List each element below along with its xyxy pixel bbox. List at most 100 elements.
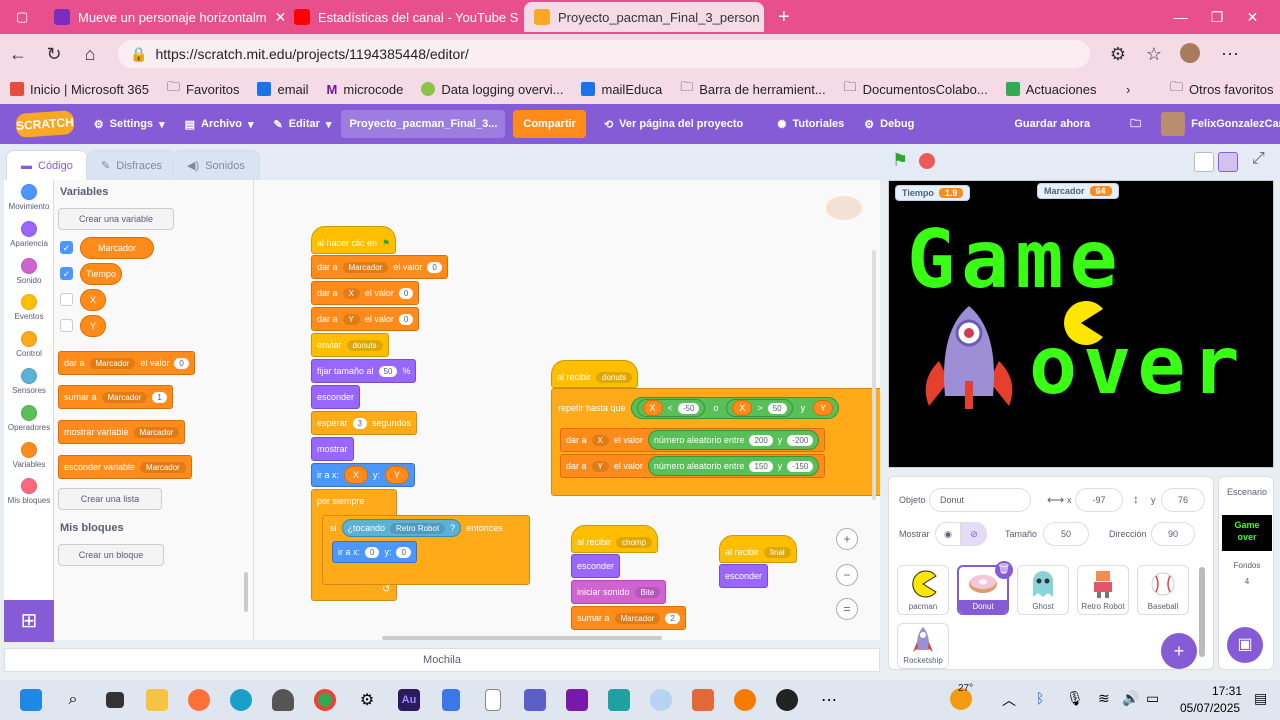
when-receive-block[interactable]: al recibir donuts: [551, 360, 639, 388]
variable-dropdown[interactable]: Marcador: [342, 261, 389, 273]
bookmark-item[interactable]: 🗀 DocumentosColabo...: [844, 78, 988, 100]
sprite-dropdown[interactable]: Retro Robot: [390, 522, 446, 534]
add-sprite-button[interactable]: +: [1161, 633, 1197, 669]
zoom-in-icon[interactable]: +: [836, 528, 858, 550]
settings-icon[interactable]: ⚙: [350, 685, 384, 715]
window-controls[interactable]: — ❐ ✕: [1156, 2, 1276, 32]
change-variable-block[interactable]: sumar a Marcador 1: [58, 385, 173, 409]
battery-icon[interactable]: ▭: [1146, 690, 1159, 707]
tab-costumes[interactable]: ✎ Disfraces: [86, 150, 178, 180]
add-backdrop-button[interactable]: ▣: [1227, 627, 1263, 663]
category-my-blocks[interactable]: Mis bloques: [4, 478, 54, 505]
change-variable-block[interactable]: sumar a Marcador 2: [571, 606, 686, 630]
variable-dropdown[interactable]: Marcador: [140, 461, 186, 473]
category-looks[interactable]: Apariencia: [4, 221, 54, 248]
app-icon[interactable]: [602, 685, 636, 715]
search-icon[interactable]: ⌕: [56, 685, 90, 715]
go-to-xy-block[interactable]: ir a x: 0 y: 0: [332, 541, 417, 563]
value-input[interactable]: 200: [749, 434, 773, 446]
value-input[interactable]: 50: [378, 365, 398, 377]
message-dropdown[interactable]: donuts: [346, 339, 383, 351]
bookmark-item[interactable]: 🗀 Otros favoritos: [1170, 78, 1274, 100]
value-input[interactable]: -200: [787, 434, 814, 446]
show-eye-icon[interactable]: ◉: [935, 522, 961, 546]
sprite-thumb-baseball[interactable]: Baseball: [1137, 565, 1189, 615]
tab-sounds[interactable]: ◀) Sonidos: [172, 150, 260, 180]
paint-icon[interactable]: [686, 685, 720, 715]
value-input[interactable]: 0: [174, 357, 189, 369]
hide-block[interactable]: esconder: [719, 564, 769, 588]
new-tab-button[interactable]: +: [768, 2, 798, 32]
save-now-button[interactable]: Guardar ahora: [1004, 104, 1100, 144]
start-sound-block[interactable]: iniciar sonido Bite: [571, 580, 667, 604]
message-dropdown[interactable]: donuts: [596, 371, 633, 383]
set-variable-block[interactable]: dar a Marcador el valor 0: [311, 255, 448, 279]
browser-tab-3[interactable]: Proyecto_pacman_Final_3_person ✕: [524, 2, 764, 32]
go-to-xy-block[interactable]: ir a x: Xy: Y: [311, 463, 416, 487]
value-input[interactable]: 150: [749, 460, 773, 472]
broadcast-block[interactable]: enviar donuts: [311, 333, 389, 357]
sprite-thumb-pacman[interactable]: pacman: [897, 565, 949, 615]
horizontal-scrollbar[interactable]: [382, 636, 662, 640]
more-icon[interactable]: ⋯: [1212, 44, 1248, 65]
wait-block[interactable]: esperar 3 segundos: [311, 411, 418, 435]
category-control[interactable]: Control: [4, 331, 54, 358]
bluetooth-icon[interactable]: ᛒ: [1036, 690, 1044, 706]
set-size-block[interactable]: fijar tamaño al 50%: [311, 359, 417, 383]
home-icon[interactable]: ⌂: [72, 44, 108, 65]
when-receive-block[interactable]: al recibir final: [719, 535, 797, 563]
value-input[interactable]: 3: [352, 417, 367, 429]
size-input[interactable]: 50: [1043, 522, 1089, 546]
category-operators[interactable]: Operadores: [4, 405, 54, 432]
zoom-reset-icon[interactable]: =: [836, 598, 858, 620]
small-stage-icon[interactable]: [1194, 152, 1214, 172]
variable-dropdown[interactable]: Marcador: [89, 357, 136, 369]
variable-reporter[interactable]: Y: [80, 315, 106, 337]
value-input[interactable]: -150: [787, 460, 814, 472]
zoom-out-icon[interactable]: −: [836, 564, 858, 586]
variable-dropdown[interactable]: Marcador: [133, 426, 180, 438]
when-flag-clicked-block[interactable]: al hacer clic en ⚑: [311, 226, 397, 254]
variable-reporter[interactable]: X: [80, 289, 106, 311]
volume-icon[interactable]: 🔊: [1122, 690, 1139, 707]
value-input[interactable]: 0: [396, 546, 411, 558]
stage-canvas[interactable]: Tiempo 1.9 Marcador 64 Game over: [888, 180, 1274, 468]
variable-reporter[interactable]: X: [642, 400, 663, 416]
chrome-icon[interactable]: [308, 685, 342, 715]
share-button[interactable]: Compartir: [513, 110, 586, 138]
variable-reporter[interactable]: Y: [813, 400, 834, 416]
x-input[interactable]: -97: [1075, 488, 1123, 512]
file-menu[interactable]: ▤ Archivo ▾: [175, 104, 264, 144]
set-variable-block[interactable]: dar a Xel valor número aleatorio entre 200 y…: [560, 428, 826, 452]
message-dropdown[interactable]: final: [764, 546, 791, 558]
bookmark-item[interactable]: Inicio | Microsoft 365: [10, 82, 149, 97]
value-input[interactable]: -50: [677, 402, 700, 414]
bookmark-item[interactable]: Mmicrocode: [327, 82, 404, 97]
variable-dropdown[interactable]: X: [591, 434, 609, 446]
tutorials-button[interactable]: ✺ Tutoriales: [767, 104, 854, 144]
bookmark-item[interactable]: email: [257, 82, 309, 97]
microphone-icon[interactable]: 🎙: [1066, 690, 1084, 707]
backpack-bar[interactable]: Mochila: [4, 648, 880, 672]
settings-menu[interactable]: ⚙ Settings ▾: [84, 104, 175, 144]
variable-dropdown[interactable]: Y: [342, 313, 360, 325]
set-variable-block[interactable]: dar a Xel valor 0: [311, 281, 420, 305]
hide-eye-icon[interactable]: ⊘: [961, 522, 987, 546]
checkbox-y[interactable]: [60, 319, 73, 332]
my-stuff-icon[interactable]: 🗀: [1120, 104, 1151, 144]
hide-variable-block[interactable]: esconder variable Marcador: [58, 455, 192, 479]
teams-icon[interactable]: [518, 685, 552, 715]
variable-dropdown[interactable]: Marcador: [101, 391, 148, 403]
bookmark-item[interactable]: 🗀 Barra de herramient...: [680, 78, 825, 100]
y-input[interactable]: 76: [1161, 488, 1205, 512]
chevron-up-icon[interactable]: ︿: [1002, 690, 1016, 710]
account-menu[interactable]: FelixGonzalezCanle▾: [1151, 104, 1280, 144]
browser-tab-2[interactable]: Estadísticas del canal - YouTube S ✕: [284, 2, 524, 32]
sprite-list-scrollbar[interactable]: [1199, 567, 1205, 657]
notifications-icon[interactable]: ▤: [1254, 690, 1267, 707]
task-view-icon[interactable]: [98, 685, 132, 715]
set-variable-block[interactable]: dar a Yel valor 0: [311, 307, 420, 331]
notepad-icon[interactable]: [476, 685, 510, 715]
close-window-icon[interactable]: ✕: [1247, 9, 1259, 26]
edge-icon[interactable]: [224, 685, 258, 715]
